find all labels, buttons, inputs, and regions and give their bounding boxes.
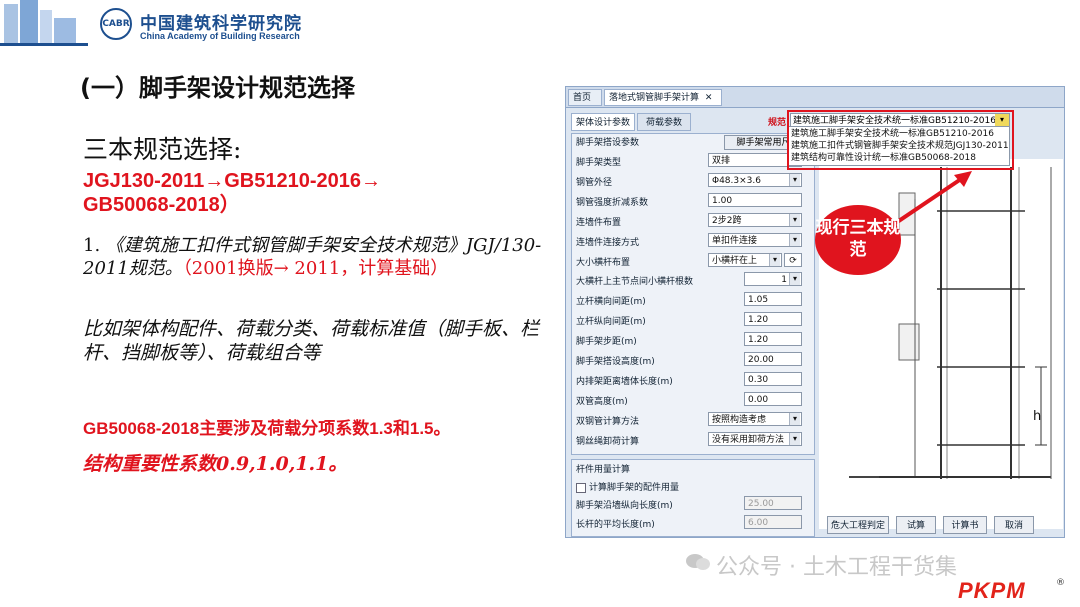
param-label: 大小横杆布置 [576, 257, 631, 268]
param-input[interactable]: 1.20 [744, 312, 802, 327]
building-logo-icon [0, 0, 88, 46]
param-input[interactable]: 1 [744, 272, 802, 287]
code-sequence-line2: GB50068-2018） [83, 194, 240, 216]
param-label: 钢管外径 [576, 177, 613, 188]
member-row-input[interactable]: 25.00 [744, 496, 802, 510]
param-input[interactable]: 1.00 [708, 192, 802, 207]
standard-label: 规范 [768, 118, 787, 128]
param-label: 钢丝绳卸荷计算 [576, 436, 640, 447]
members-group-title: 杆件用量计算 [576, 465, 631, 475]
param-input[interactable]: 1.05 [744, 292, 802, 307]
calc-book-button[interactable]: 计算书 [943, 516, 987, 534]
param-label: 立杆横向间距(m) [576, 297, 646, 308]
danger-judge-button[interactable]: 危大工程判定 [827, 516, 889, 534]
trial-calc-button[interactable]: 试算 [896, 516, 936, 534]
params-panel: 架体设计参数 荷载参数 脚手架搭设参数 脚手架常用尺寸 脚手架类型双排钢管外径Φ… [571, 113, 815, 537]
param-select[interactable]: Φ48.3×3.6 [708, 172, 802, 187]
member-row-label: 长杆的平均长度(m) [576, 520, 655, 530]
params-group: 脚手架搭设参数 脚手架常用尺寸 脚手架类型双排钢管外径Φ48.3×3.6钢管强度… [571, 133, 815, 455]
param-label: 脚手架步距(m) [576, 337, 637, 348]
param-input[interactable]: 0.00 [744, 391, 802, 406]
member-row-label: 脚手架沿墙纵向长度(m) [576, 501, 673, 511]
param-label: 连墙件布置 [576, 217, 622, 228]
param-input[interactable]: 0.30 [744, 371, 802, 386]
item-1-number: 1. [83, 235, 101, 256]
wechat-icon [686, 554, 710, 570]
pkpm-logo: PKPM [958, 578, 1026, 603]
members-group: 杆件用量计算 计算脚手架的配件用量 脚手架沿墙纵向长度(m) 25.00 长杆的… [571, 459, 815, 537]
param-select[interactable]: 没有采用卸荷方法 [708, 431, 802, 446]
param-input[interactable]: 1.20 [744, 332, 802, 347]
members-checkbox-label: 计算脚手架的配件用量 [589, 483, 680, 493]
example-text: 比如架体构配件、荷载分类、荷载标准值（脚手板、栏杆、挡脚板等）、荷载组合等 [83, 318, 540, 364]
item-1: 1. 《建筑施工扣件式钢管脚手架安全技术规范》JGJ/130-2011规范。（2… [83, 234, 553, 280]
close-icon[interactable]: ✕ [705, 93, 713, 103]
code-sequence-line1: JGJ130-2011→GB51210-2016→ [83, 170, 381, 192]
member-row-input[interactable]: 6.00 [744, 515, 802, 529]
tab-scaffold-calc[interactable]: 落地式钢管脚手架计算 ✕ [604, 89, 722, 106]
param-input[interactable]: 20.00 [744, 352, 802, 366]
registered-mark: ® [1056, 578, 1065, 588]
gb-note: GB50068-2018主要涉及荷载分项系数1.3和1.5。 [83, 419, 451, 438]
tab-scaffold-calc-label: 落地式钢管脚手架计算 [609, 93, 700, 103]
dimension-label: h [1033, 409, 1042, 424]
param-select[interactable]: 单扣件连接 [708, 232, 802, 247]
org-name-en: China Academy of Building Research [140, 31, 300, 41]
param-label: 脚手架类型 [576, 158, 622, 168]
highlight-box [787, 110, 1014, 170]
param-label: 大横杆上主节点间小横杆根数 [576, 277, 694, 288]
tab-frame-params[interactable]: 架体设计参数 [571, 113, 635, 131]
param-label: 立杆纵向间距(m) [576, 317, 646, 328]
slide-title: (一）脚手架设计规范选择 [80, 74, 355, 102]
callout-bubble: 现行三本规范 [815, 205, 901, 275]
calc-software-window: 首页 落地式钢管脚手架计算 ✕ 架体设计参数 荷载参数 脚手架搭设参数 脚手架常… [565, 86, 1065, 538]
param-label: 双钢管计算方法 [576, 416, 640, 427]
param-label: 钢管强度折减系数 [576, 197, 649, 208]
cabr-seal-icon: CABR [100, 8, 132, 40]
tab-load-params[interactable]: 荷载参数 [637, 113, 691, 131]
members-checkbox[interactable]: 计算脚手架的配件用量 [576, 480, 679, 493]
slide-subtitle: 三本规范选择: [83, 135, 242, 164]
param-label: 脚手架搭设高度(m) [576, 357, 655, 367]
importance-factor-note: 结构重要性系数0.9,1.0,1.1。 [83, 453, 348, 475]
param-label: 连墙件连接方式 [576, 237, 640, 248]
item-1-note: （2001换版→ 2011，计算基础） [182, 258, 449, 279]
window-tab-bar: 首页 落地式钢管脚手架计算 ✕ [566, 87, 1064, 108]
checkbox-icon[interactable] [576, 482, 586, 493]
watermark-text: 公众号 · 土木工程干货集 [716, 555, 957, 580]
code-sequence: JGJ130-2011→GB51210-2016→ GB50068-2018） [83, 169, 553, 217]
param-label: 内排架距离墙体长度(m) [576, 376, 673, 387]
param-label: 双管高度(m) [576, 396, 628, 407]
cancel-button[interactable]: 取消 [994, 516, 1034, 534]
param-select[interactable]: 2步2跨 [708, 212, 802, 227]
param-select[interactable]: 小横杆在上 [708, 252, 782, 267]
refresh-icon[interactable]: ⟳ [784, 252, 802, 267]
tab-home[interactable]: 首页 [568, 89, 602, 106]
param-select[interactable]: 按照构造考虑 [708, 411, 802, 426]
